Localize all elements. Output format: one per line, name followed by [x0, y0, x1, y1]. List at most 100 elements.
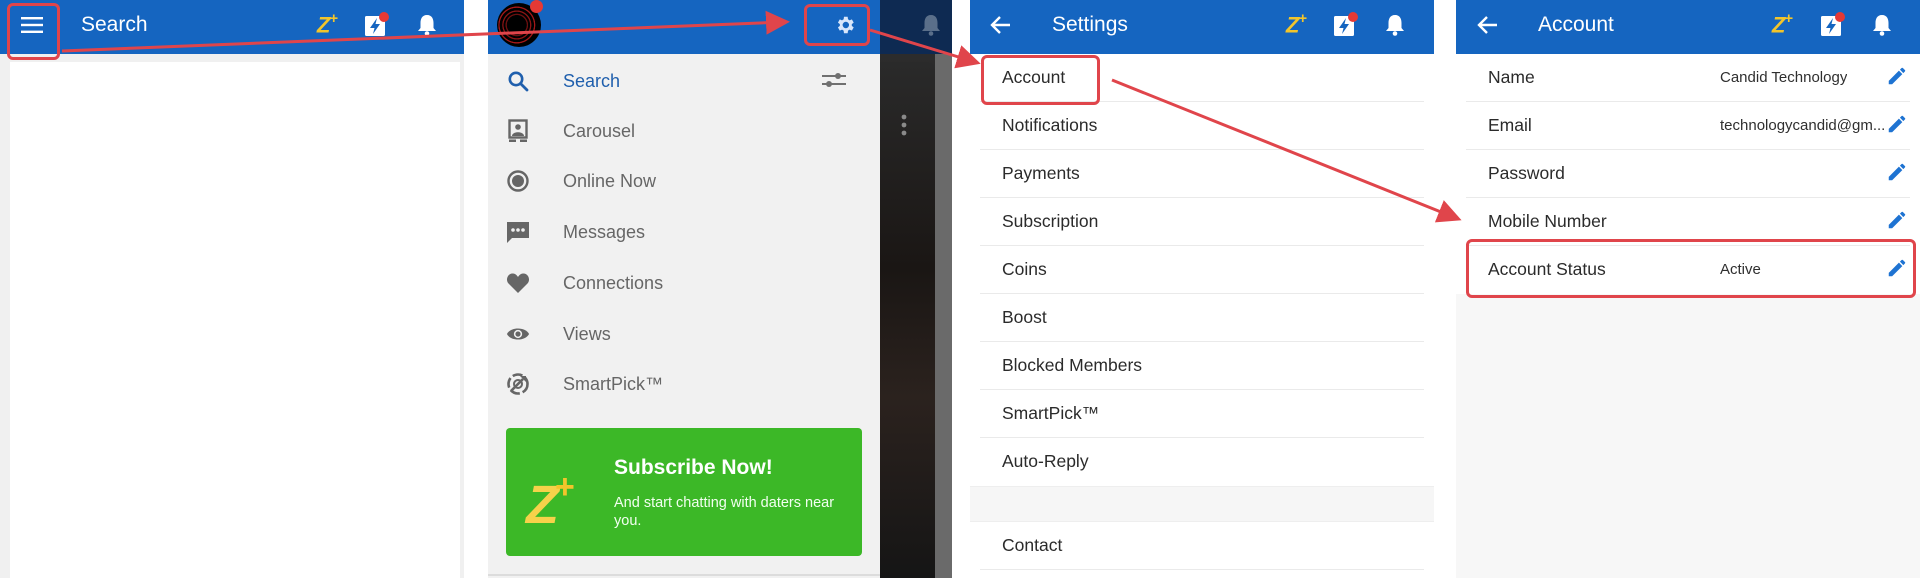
filter-sliders-button[interactable] [821, 69, 847, 91]
settings-item-coins[interactable]: Coins [980, 246, 1424, 294]
highlight-settings-gear [804, 4, 870, 46]
boost-button[interactable] [1818, 11, 1846, 39]
settings-item-contact[interactable]: Contact [980, 522, 1424, 570]
smartpick-icon [506, 372, 530, 396]
zplus-plus: + [329, 10, 338, 28]
boost-icon [1334, 12, 1358, 36]
account-row-email[interactable]: Email technologycandid@gm... [1466, 102, 1910, 150]
search-results-area [10, 62, 460, 578]
settings-item-boost[interactable]: Boost [980, 294, 1424, 342]
search-icon [506, 69, 530, 93]
settings-item-label: Blocked Members [1002, 355, 1143, 375]
highlight-account-status [1466, 239, 1916, 298]
edit-pencil-icon[interactable] [1886, 161, 1908, 183]
section-divider [970, 486, 1434, 522]
bell-icon [418, 15, 436, 36]
account-row-name[interactable]: Name Candid Technology [1466, 54, 1910, 102]
boost-icon [365, 12, 389, 36]
boost-icon [1821, 12, 1845, 36]
carousel-icon [506, 119, 530, 143]
settings-item-label: Payments [1002, 163, 1080, 183]
settings-item-label: Notifications [1002, 115, 1098, 135]
zplus-letter: Z [316, 12, 330, 38]
zplus-icon: Z+ [316, 10, 338, 38]
back-button[interactable] [987, 11, 1015, 39]
settings-item-smartpick[interactable]: SmartPick™ [980, 390, 1424, 438]
field-value: Candid Technology [1720, 69, 1848, 86]
field-label: Email [1488, 115, 1532, 135]
zplus-letter: Z [1771, 12, 1785, 38]
boost-button[interactable] [1331, 11, 1359, 39]
settings-item-label: Contact [1002, 535, 1063, 555]
drawer-item-messages[interactable]: Messages [488, 207, 880, 257]
zplus-button[interactable]: Z+ [1768, 10, 1796, 39]
zplus-letter: Z [1285, 12, 1299, 38]
drawer-item-smartpick[interactable]: SmartPick™ [488, 359, 880, 409]
eye-icon [506, 322, 530, 346]
settings-appbar: Settings Z+ [970, 0, 1434, 54]
promo-subtext: And start chatting with daters near you. [614, 495, 835, 529]
drawer-divider [488, 574, 880, 576]
drawer-item-online-now[interactable]: Online Now [488, 156, 880, 206]
screen-title: Account [1538, 13, 1614, 36]
filter-sliders-icon [822, 73, 846, 87]
settings-item-blocked-members[interactable]: Blocked Members [980, 342, 1424, 390]
drawer-item-label: Connections [563, 272, 664, 293]
zplus-plus: + [1298, 10, 1307, 28]
settings-item-notifications[interactable]: Notifications [980, 102, 1424, 150]
back-button[interactable] [1474, 11, 1502, 39]
field-label: Password [1488, 163, 1565, 183]
notifications-button[interactable] [1381, 11, 1409, 39]
drawer-item-views[interactable]: Views [488, 309, 880, 359]
notifications-button[interactable] [413, 11, 441, 39]
settings-item-payments[interactable]: Payments [980, 150, 1424, 198]
settings-item-subscription[interactable]: Subscription [980, 198, 1424, 246]
drawer-item-search[interactable]: Search [488, 56, 880, 106]
notifications-button[interactable] [1868, 11, 1896, 39]
bell-icon [1386, 15, 1404, 36]
highlight-account-item [981, 55, 1100, 105]
drawer-item-connections[interactable]: Connections [488, 258, 880, 308]
search-appbar: Search Z+ [0, 0, 464, 54]
drawer-item-carousel[interactable]: Carousel [488, 106, 880, 156]
zplus-icon: Z+ [1771, 10, 1793, 38]
promo-heading: Subscribe Now! [614, 456, 773, 479]
online-now-icon [506, 169, 530, 193]
field-label: Name [1488, 67, 1535, 87]
settings-item-label: SmartPick™ [1002, 403, 1100, 423]
drawer-item-label: SmartPick™ [563, 373, 664, 394]
edit-pencil-icon[interactable] [1886, 209, 1908, 231]
bell-icon [1873, 15, 1891, 36]
account-appbar: Account Z+ [1456, 0, 1920, 54]
more-options-icon [901, 114, 907, 136]
zplus-button[interactable]: Z+ [313, 10, 341, 39]
bell-icon [922, 15, 940, 36]
settings-item-label: Subscription [1002, 211, 1099, 231]
background-appbar [880, 0, 952, 54]
zplus-button[interactable]: Z+ [1282, 10, 1310, 39]
edit-pencil-icon[interactable] [1886, 113, 1908, 135]
search-screen: Search Z+ [0, 0, 464, 578]
account-row-password[interactable]: Password [1466, 150, 1910, 198]
field-label: Mobile Number [1488, 211, 1607, 231]
boost-button[interactable] [362, 11, 390, 39]
settings-item-label: Coins [1002, 259, 1047, 279]
drawer-item-label: Online Now [563, 170, 657, 191]
drawer-item-label: Messages [563, 221, 646, 242]
drawer-item-label: Views [563, 323, 611, 344]
messages-icon [506, 220, 530, 244]
drawer-screen: Search Carousel Online Now Messages Conn… [488, 0, 952, 578]
zplus-plus: + [1784, 10, 1793, 28]
field-value: technologycandid@gm... [1720, 117, 1886, 134]
zplus-logo-plus: + [555, 468, 575, 506]
edit-pencil-icon[interactable] [1886, 65, 1908, 87]
settings-item-label: Auto-Reply [1002, 451, 1089, 471]
drawer-item-label: Search [563, 70, 621, 91]
subscribe-promo-card[interactable]: Z+ Subscribe Now! And start chatting wit… [506, 428, 862, 556]
screen-title: Search [81, 13, 148, 36]
settings-item-label: Boost [1002, 307, 1047, 327]
background-profile-card [880, 62, 935, 578]
settings-item-auto-reply[interactable]: Auto-Reply [980, 438, 1424, 486]
background-edge [935, 54, 952, 578]
drawer-item-label: Carousel [563, 120, 636, 141]
